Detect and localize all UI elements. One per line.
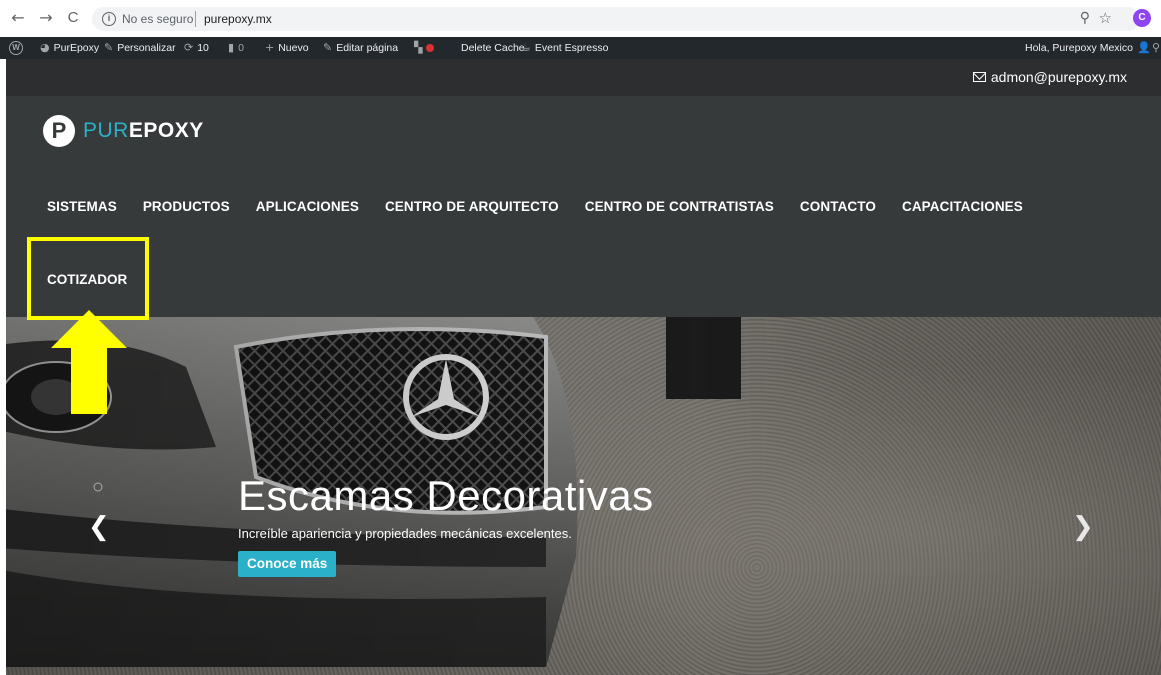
menu-item-centro-contratistas[interactable]: CENTRO DE CONTRATISTAS [585, 199, 774, 214]
site-logo[interactable]: P PUREPOXY [43, 114, 204, 148]
menu-item-aplicaciones[interactable]: APLICACIONES [256, 199, 359, 214]
admin-new[interactable]: + Nuevo [265, 37, 309, 59]
bookmark-star-icon[interactable]: ☆ [1099, 9, 1112, 27]
security-status: No es seguro [122, 12, 194, 26]
zoom-icon[interactable]: ⚲ [1080, 10, 1090, 26]
admin-seo[interactable]: ▚ [414, 37, 435, 59]
slider-next-chevron-icon[interactable]: ❯ [1072, 514, 1094, 540]
admin-edit-page[interactable]: ✎ Editar página [323, 37, 398, 59]
admin-event-espresso[interactable]: ☕ Event Espresso [521, 37, 608, 59]
info-icon[interactable]: i [102, 12, 116, 26]
comment-icon: ▮ [228, 41, 235, 54]
back-arrow-icon[interactable]: ← [9, 9, 27, 27]
profile-avatar[interactable]: C [1133, 9, 1151, 27]
site-header: admon@purepoxy.mx P PUREPOXY SISTEMAS PR… [6, 59, 1161, 317]
address-bar[interactable]: i No es seguro purepoxy.mx ⚲ ☆ [92, 7, 1140, 31]
menu-item-productos[interactable]: PRODUCTOS [143, 199, 230, 214]
hero-title: Escamas Decorativas [238, 472, 654, 519]
logo-mark-icon: P [43, 115, 75, 147]
wp-admin-bar: W ◕ PurEpoxy ✎ Personalizar ⟳ 10 ▮ 0 + N… [0, 37, 1161, 59]
pencil-icon: ✎ [323, 41, 333, 54]
admin-comments[interactable]: ▮ 0 [228, 37, 244, 59]
admin-customize[interactable]: ✎ Personalizar [104, 37, 176, 59]
url-text[interactable]: purepoxy.mx [204, 12, 272, 26]
hero-slider: ❮ ❯ Escamas Decorativas Increíble aparie… [6, 317, 1161, 675]
wordpress-logo-icon[interactable]: W [9, 37, 23, 59]
admin-updates[interactable]: ⟳ 10 [184, 37, 209, 59]
browser-toolbar: ← → C i No es seguro purepoxy.mx ⚲ ☆ C [0, 0, 1161, 37]
plus-icon: + [265, 41, 275, 54]
seo-status-dot [426, 44, 435, 52]
address-separator [195, 11, 196, 27]
dashboard-icon: ◕ [40, 41, 50, 54]
annotation-highlight-box [27, 237, 149, 320]
brush-icon: ✎ [104, 41, 114, 54]
admin-site-name[interactable]: ◕ PurEpoxy [40, 37, 99, 59]
header-email-link[interactable]: admon@purepoxy.mx [972, 69, 1127, 85]
yoast-seo-icon: ▚ [414, 41, 423, 54]
main-menu: SISTEMAS PRODUCTOS APLICACIONES CENTRO D… [47, 199, 1023, 214]
hero-subtitle: Increíble apariencia y propiedades mecán… [238, 526, 572, 541]
header-topbar: admon@purepoxy.mx [6, 59, 1161, 96]
user-icon: 👤 [1136, 41, 1151, 54]
slider-prev-chevron-icon[interactable]: ❮ [88, 514, 110, 540]
forward-arrow-icon[interactable]: → [37, 9, 55, 27]
logo-text: PUREPOXY [83, 119, 204, 142]
envelope-icon [972, 72, 986, 82]
admin-delete-cache[interactable]: Delete Cache [461, 37, 525, 59]
admin-account[interactable]: Hola, Purepoxy Mexico 👤 [1025, 37, 1151, 59]
coffee-icon: ☕ [521, 41, 531, 54]
reload-icon[interactable]: C [64, 9, 82, 27]
menu-item-capacitaciones[interactable]: CAPACITACIONES [902, 199, 1023, 214]
updates-icon: ⟳ [184, 41, 194, 54]
menu-item-sistemas[interactable]: SISTEMAS [47, 199, 117, 214]
menu-item-centro-arquitecto[interactable]: CENTRO DE ARQUITECTO [385, 199, 559, 214]
conoce-mas-button[interactable]: Conoce más [238, 551, 337, 577]
menu-item-contacto[interactable]: CONTACTO [800, 199, 876, 214]
annotation-up-arrow-icon [51, 310, 127, 414]
admin-search-icon[interactable]: ⚲ [1152, 37, 1160, 59]
